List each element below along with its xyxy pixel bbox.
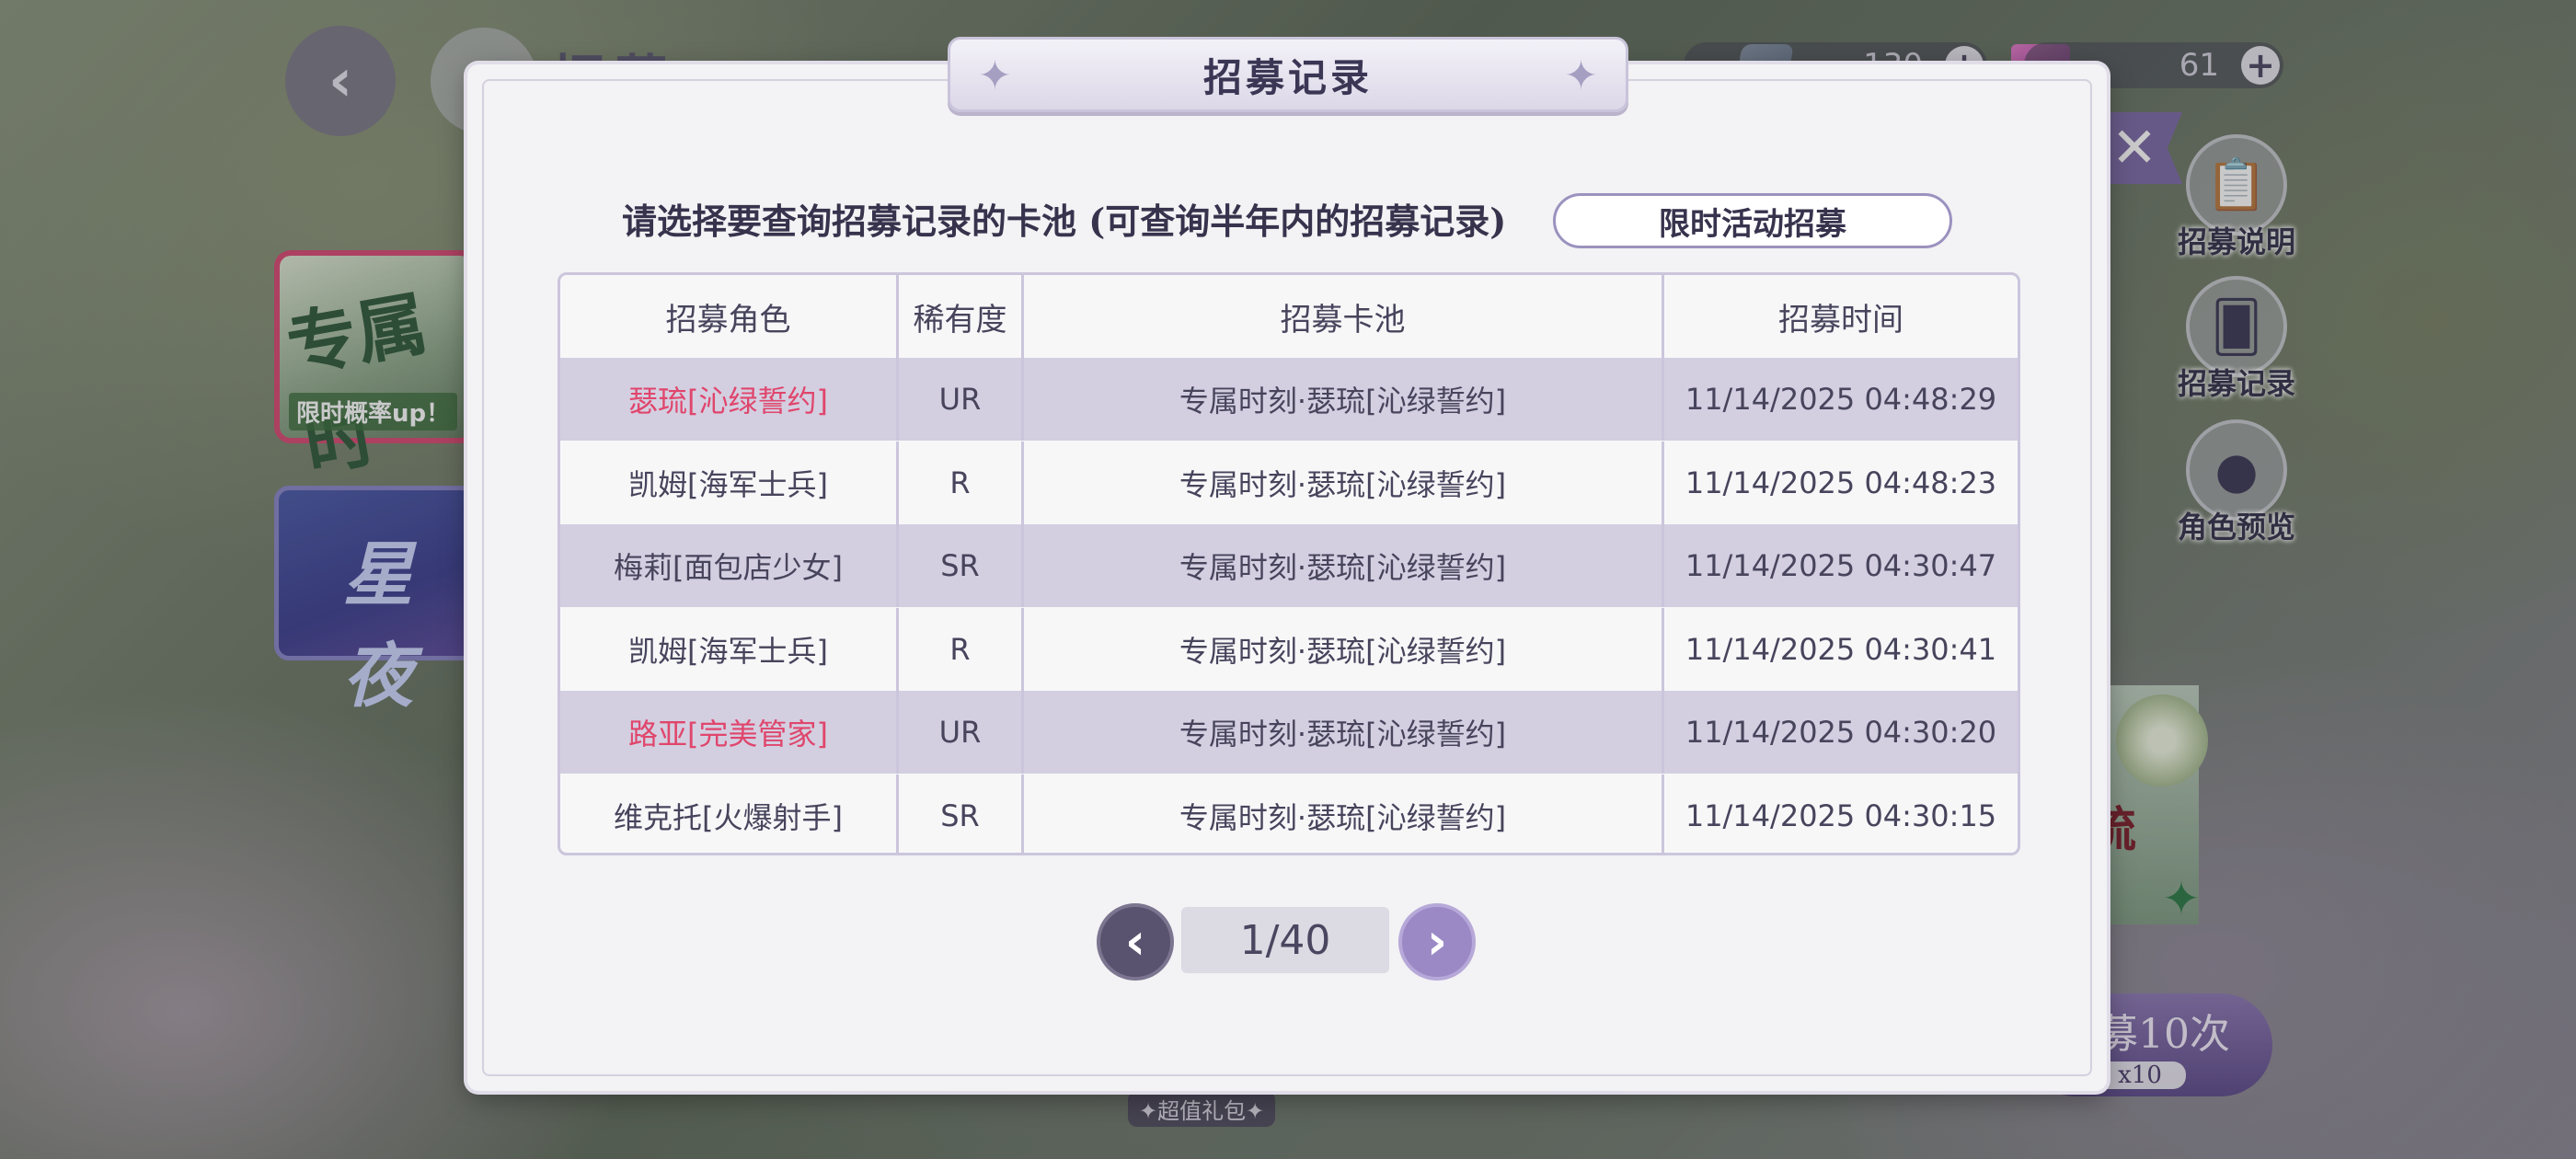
row-rarity: SR [899,775,1024,853]
row-time: 11/14/2025 04:48:23 [1685,465,1997,500]
prev-page-button[interactable]: ‹ [1097,903,1174,981]
dialog-title-plate: ✦ 招募记录 ✦ [948,37,1628,112]
row-character: 瑟琉[沁绿誓约] [560,358,899,441]
row-character: 梅莉[面包店少女] [560,524,899,607]
row-pool: 专属时刻·瑟琉[沁绿誓约] [1024,691,1664,774]
dialog-title: 招募记录 [1202,54,1373,100]
row-time: 11/14/2025 04:30:47 [1685,548,1997,583]
row-pool: 专属时刻·瑟琉[沁绿誓约] [1024,608,1664,691]
record-table: 招募角色 稀有度 招募卡池 招募时间 瑟琉[沁绿誓约] UR 专属时刻·瑟琉[沁… [558,272,2020,855]
table-row: 瑟琉[沁绿誓约] UR 专属时刻·瑟琉[沁绿誓约] 11/14/2025 04:… [560,358,2018,441]
row-rarity: R [899,442,1024,524]
row-rarity: SR [899,524,1024,607]
row-pool: 专属时刻·瑟琉[沁绿誓约] [1024,358,1664,441]
table-row: 梅莉[面包店少女] SR 专属时刻·瑟琉[沁绿誓约] 11/14/2025 04… [560,524,2018,607]
row-time: 11/14/2025 04:30:41 [1685,632,1997,667]
row-rarity: UR [899,358,1024,441]
row-time: 11/14/2025 04:48:29 [1685,382,1997,417]
table-row: 凯姆[海军士兵] R 专属时刻·瑟琉[沁绿誓约] 11/14/2025 04:4… [560,442,2018,524]
row-time: 11/14/2025 04:30:20 [1685,715,1997,750]
row-pool: 专属时刻·瑟琉[沁绿誓约] [1024,442,1664,524]
table-row: 路亚[完美管家] UR 专属时刻·瑟琉[沁绿誓约] 11/14/2025 04:… [560,691,2018,774]
row-pool: 专属时刻·瑟琉[沁绿誓约] [1024,524,1664,607]
row-character: 凯姆[海军士兵] [560,442,899,524]
table-row: 维克托[火爆射手] SR 专属时刻·瑟琉[沁绿誓约] 11/14/2025 04… [560,775,2018,853]
header-character: 招募角色 [560,275,899,358]
sparkle-left-icon: ✦ [978,52,1012,99]
row-character: 凯姆[海军士兵] [560,608,899,691]
table-header: 招募角色 稀有度 招募卡池 招募时间 [560,275,2018,358]
row-pool: 专属时刻·瑟琉[沁绿誓约] [1024,775,1664,853]
query-hint: 请选择要查询招募记录的卡池 (可查询半年内的招募记录) [622,201,1507,242]
pool-select-dropdown[interactable]: 限时活动招募 [1553,193,1952,248]
row-time: 11/14/2025 04:30:15 [1685,798,1997,833]
next-page-button[interactable]: › [1398,903,1476,981]
row-rarity: UR [899,691,1024,774]
row-character: 维克托[火爆射手] [560,775,899,853]
header-pool: 招募卡池 [1024,275,1664,358]
chevron-right-icon: › [1426,912,1448,970]
sparkle-right-icon: ✦ [1564,52,1598,99]
table-row: 凯姆[海军士兵] R 专属时刻·瑟琉[沁绿誓约] 11/14/2025 04:3… [560,608,2018,691]
header-time: 招募时间 [1778,301,1903,339]
page-indicator: 1/40 [1181,907,1389,973]
chevron-left-icon: ‹ [1124,912,1146,970]
row-character: 路亚[完美管家] [560,691,899,774]
header-rarity: 稀有度 [899,275,1024,358]
row-rarity: R [899,608,1024,691]
